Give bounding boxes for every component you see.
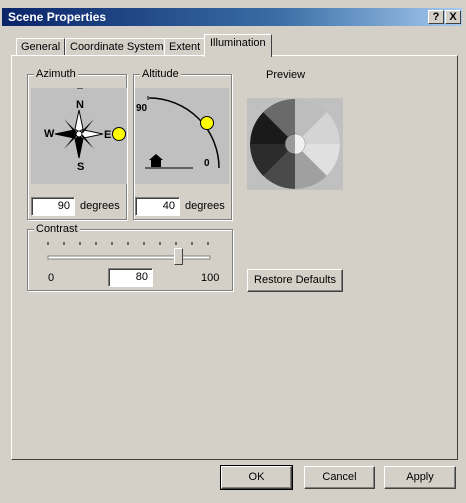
altitude-label: Altitude: [140, 68, 181, 80]
altitude-unit: degrees: [185, 200, 225, 212]
hillshade-preview: [250, 99, 340, 189]
altitude-input[interactable]: 40: [135, 197, 180, 216]
preview-label: Preview: [266, 69, 306, 81]
altitude-90-label: 90: [136, 103, 148, 114]
slider-track: [47, 242, 211, 260]
tab-coordinate-system[interactable]: Coordinate System: [65, 38, 169, 56]
azimuth-picker[interactable]: N S W E: [31, 87, 127, 184]
slider-thumb[interactable]: [173, 248, 183, 265]
azimuth-input[interactable]: 90: [31, 197, 75, 216]
contrast-label: Contrast: [34, 223, 80, 235]
title-bar[interactable]: Scene Properties ? X: [2, 8, 462, 26]
altitude-0-label: 0: [204, 158, 210, 169]
compass-w: W: [44, 128, 55, 140]
compass-n: N: [76, 99, 84, 111]
close-button[interactable]: X: [445, 10, 461, 24]
tab-illumination[interactable]: Illumination: [204, 34, 272, 57]
apply-button[interactable]: Apply: [384, 466, 456, 489]
cancel-button[interactable]: Cancel: [304, 466, 375, 489]
compass-s: S: [77, 161, 85, 173]
window-title: Scene Properties: [8, 10, 107, 24]
azimuth-label: Azimuth: [34, 68, 78, 80]
contrast-input[interactable]: 80: [108, 268, 153, 287]
preview-image: [247, 98, 343, 190]
help-button[interactable]: ?: [428, 10, 444, 24]
restore-defaults-button[interactable]: Restore Defaults: [247, 269, 343, 292]
contrast-min: 0: [48, 272, 55, 284]
ok-button[interactable]: OK: [220, 465, 293, 490]
altitude-arc-icon: [145, 96, 220, 169]
compass-e: E: [104, 129, 112, 141]
tab-extent[interactable]: Extent: [164, 38, 206, 56]
azimuth-unit: degrees: [80, 200, 120, 212]
contrast-max: 100: [201, 272, 220, 284]
altitude-picker[interactable]: 90 0: [135, 88, 229, 184]
contrast-slider[interactable]: [46, 240, 212, 266]
scene-properties-dialog: Scene Properties ? X General Coordinate …: [0, 0, 466, 503]
tab-general[interactable]: General: [16, 38, 66, 56]
